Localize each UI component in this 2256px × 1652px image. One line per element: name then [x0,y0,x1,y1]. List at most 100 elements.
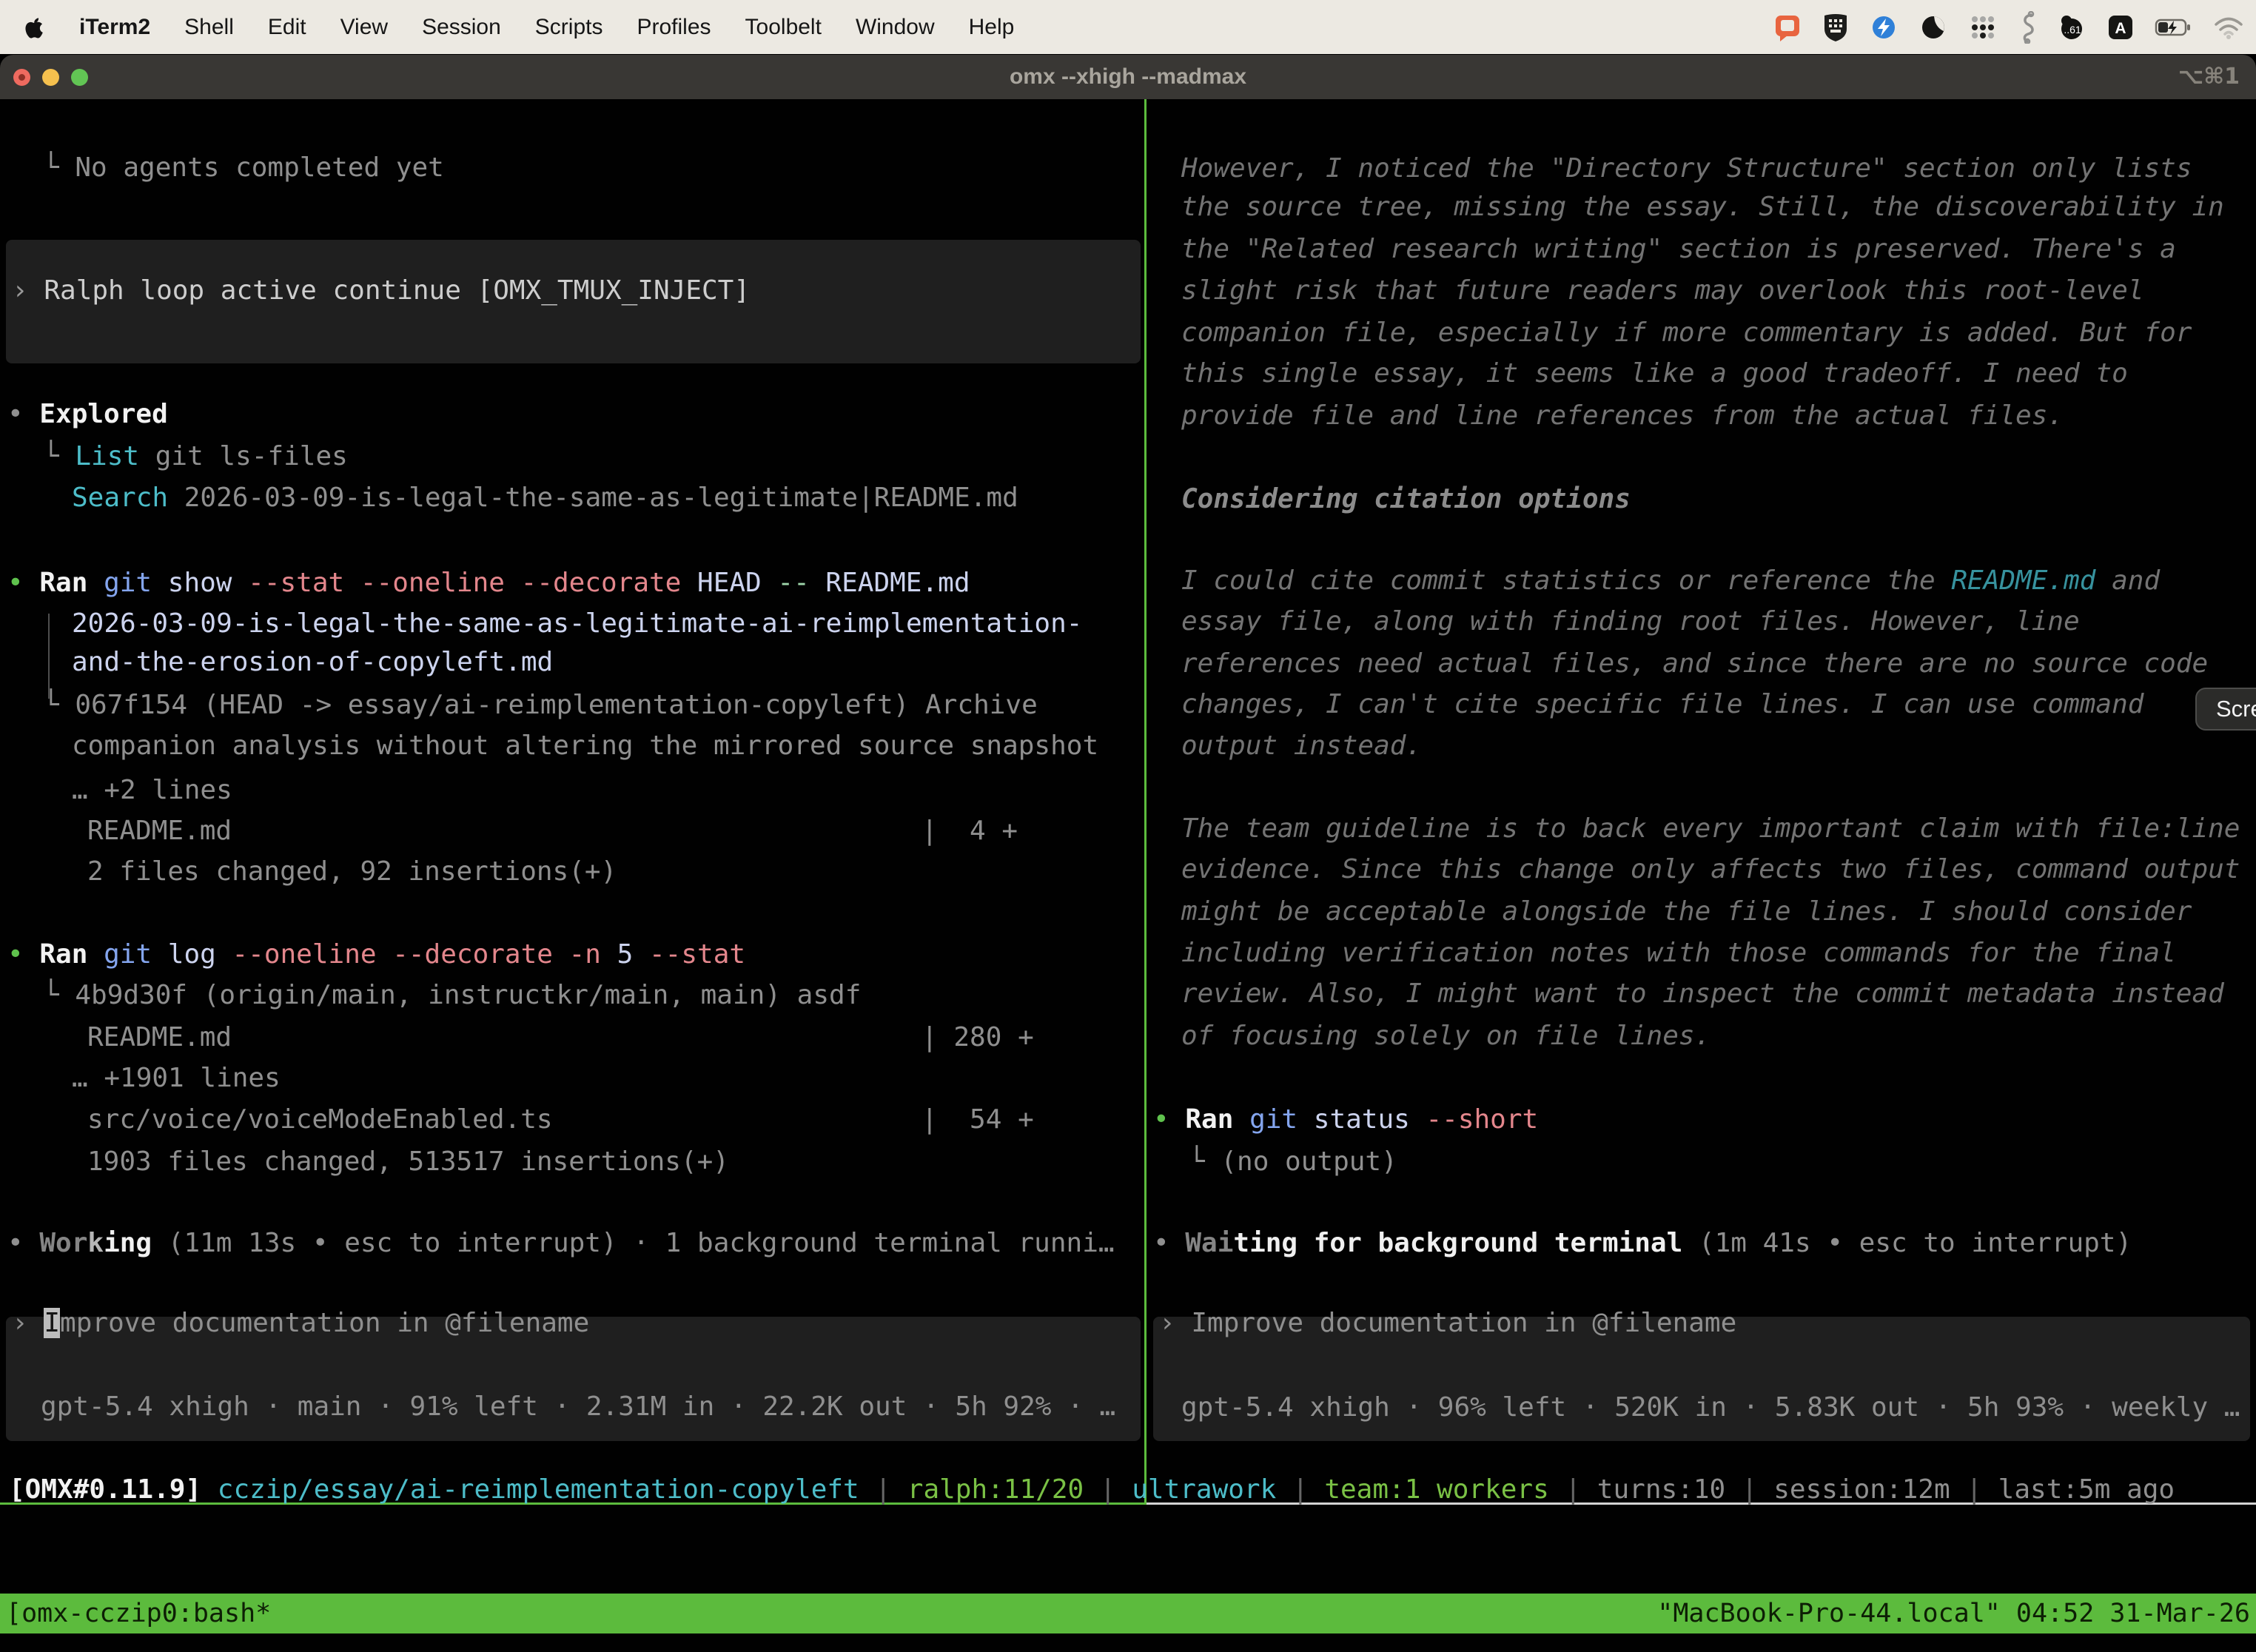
text-segment: --stat [633,939,745,970]
chat-app-icon[interactable] [1773,13,1802,42]
menu-item-session[interactable]: Session [422,15,501,40]
text-segment: The team guideline is to back every impo… [1181,813,2240,844]
tmux-host-clock-label: "MacBook-Pro-44.local" 04:52 31-Mar-26 [1657,1594,2250,1633]
text-segment: • [1153,1228,1185,1258]
text-segment: including verification notes with those … [1181,938,2176,968]
text-segment: review. Also, I might want to inspect th… [1181,978,2224,1009]
git-log-output-line: README.md | 280 + [87,1017,1034,1058]
text-segment: Explored [39,399,167,429]
right-input-line: › Improve documentation in @filename [1159,1303,1736,1344]
text-segment: | [1950,1474,1998,1505]
text-segment: › [12,275,44,306]
explored-list-line: └ List git ls-files [43,436,348,477]
thinking-line: might be acceptable alongside the file l… [1181,891,2192,933]
text-segment: | [1084,1474,1132,1505]
menu-bar: iTerm2 Shell Edit View Session Scripts Profile… [0,0,2256,54]
thinking-line: output instead. [1181,725,1422,767]
thinking-line: changes, I can't cite specific file line… [1181,684,2143,725]
text-segment: Considering citation options [1181,484,1631,514]
title-bar[interactable]: omx --xhigh --madmax ⌥⌘1 [0,55,2256,99]
text-segment: | [1276,1474,1324,1505]
text-segment: | [859,1474,907,1505]
text-segment: --stat --oneline --decorate [232,568,681,598]
text-segment: … +1901 lines [72,1063,281,1093]
thinking-line: slight risk that future readers may over… [1181,270,2143,312]
squiggle-icon[interactable] [2018,11,2037,44]
working-status-line: • Working (11m 13s • esc to interrupt) ·… [7,1223,1115,1264]
text-segment: show [152,568,232,598]
text-segment: team:1 workers [1324,1474,1548,1505]
battery-icon[interactable] [2155,17,2193,38]
menu-item-profiles[interactable]: Profiles [637,15,711,40]
wifi-icon[interactable] [2213,15,2244,40]
text-segment: • [1153,1104,1185,1135]
thinking-line: evidence. Since this change only affects… [1181,849,2240,890]
text-segment: ralph:11/20 [907,1474,1084,1505]
menu-item-view[interactable]: View [340,15,388,40]
window-shortcut-badge: ⌥⌘1 [2178,55,2240,99]
thinking-line: of focusing solely on file lines. [1181,1015,1711,1057]
explored-search-line: Search 2026-03-09-is-legal-the-same-as-l… [72,477,1018,519]
thinking-line: essay file, along with finding root file… [1181,601,2080,642]
git-log-output-line: 1903 files changed, 513517 insertions(+) [87,1141,729,1183]
menu-item-toolbelt[interactable]: Toolbelt [745,15,822,40]
text-segment: README.md | 4 + [87,816,1018,846]
text-segment: However, I noticed the "Directory Struct… [1181,153,2192,184]
dots-grid-icon[interactable] [1968,13,1998,42]
menu-item-edit[interactable]: Edit [268,15,306,40]
text-segment: └ No agents completed yet [43,152,444,183]
menu-item-help[interactable]: Help [969,15,1015,40]
thinking-heading-line: Considering citation options [1181,479,1631,520]
menu-item-scripts[interactable]: Scripts [535,15,603,40]
text-segment: gpt-5.4 xhigh · main · 91% left · 2.31M … [41,1391,1115,1422]
text-segment: └ (no output) [1189,1146,1397,1177]
letter-a-badge-icon[interactable]: A [2106,13,2135,41]
thinking-line: review. Also, I might want to inspect th… [1181,973,2224,1015]
menu-items: iTerm2 Shell Edit View Session Scripts Profile… [62,15,1031,40]
text-segment: ting for background terminal [1233,1228,1682,1258]
text-segment: git [87,939,152,970]
thinking-line: However, I noticed the "Directory Struct… [1181,148,2192,189]
text-segment: └ 4b9d30f (origin/main, instructkr/main,… [43,980,861,1010]
text-segment: essay file, along with finding root file… [1181,606,2080,637]
right-session-stats-line: gpt-5.4 xhigh · 96% left · 520K in · 5.8… [1181,1387,2240,1428]
git-show-output-line: … +2 lines [72,770,232,811]
pie-circle-icon[interactable] [1918,13,1948,42]
text-segment: and [2095,565,2160,596]
omx-status-line: [OMX#0.11.9] cczip/essay/ai-reimplementa… [9,1469,2175,1511]
badge-61-icon[interactable]: ..61 [2057,13,2087,42]
blue-bolt-badge-icon[interactable] [1869,13,1899,42]
git-log-output-line: … +1901 lines [72,1058,281,1099]
screen-overlay-pill[interactable]: Scre [2195,688,2256,731]
pane-divider[interactable] [1144,99,1147,1505]
thinking-line: provide file and line references from th… [1181,395,2064,437]
text-segment: 5 [601,939,633,970]
text-segment: I [44,1308,60,1338]
apple-menu-icon[interactable] [22,15,44,40]
text-segment: ing [104,1228,152,1258]
git-show-output-line: README.md | 4 + [87,810,1018,852]
git-status-output-line: └ (no output) [1189,1141,1397,1183]
text-segment: 1903 files changed, 513517 insertions(+) [87,1146,729,1177]
text-segment: Ran [39,568,87,598]
ran-git-status-line: • Ran git status --short [1153,1099,1538,1141]
menu-bar-status-icons: ..61 A [1773,0,2244,54]
text-segment: 2 files changed, 92 insertions(+) [87,856,617,887]
left-session-stats-line: gpt-5.4 xhigh · main · 91% left · 2.31M … [41,1386,1115,1428]
text-segment: log [152,939,216,970]
text-segment: (1m 41s • esc to interrupt) [1682,1228,2132,1258]
thinking-line: companion file, especially if more comme… [1181,312,2192,354]
menu-item-window[interactable]: Window [856,15,935,40]
keyboard-shield-icon[interactable] [1822,13,1849,42]
text-segment: references need actual files, and since … [1181,648,2208,679]
text-segment: List [75,441,139,471]
svg-text:A: A [2115,20,2126,37]
text-segment: Ran [1185,1104,1233,1135]
git-log-output-line: └ 4b9d30f (origin/main, instructkr/main,… [43,975,861,1016]
text-segment: git [87,568,152,598]
text-segment: README.md | 280 + [87,1022,1034,1052]
menu-item-iterm2[interactable]: iTerm2 [79,15,150,40]
screen-overlay-label: Scre [2216,696,2256,722]
text-segment: | [1725,1474,1773,1505]
menu-item-shell[interactable]: Shell [184,15,234,40]
